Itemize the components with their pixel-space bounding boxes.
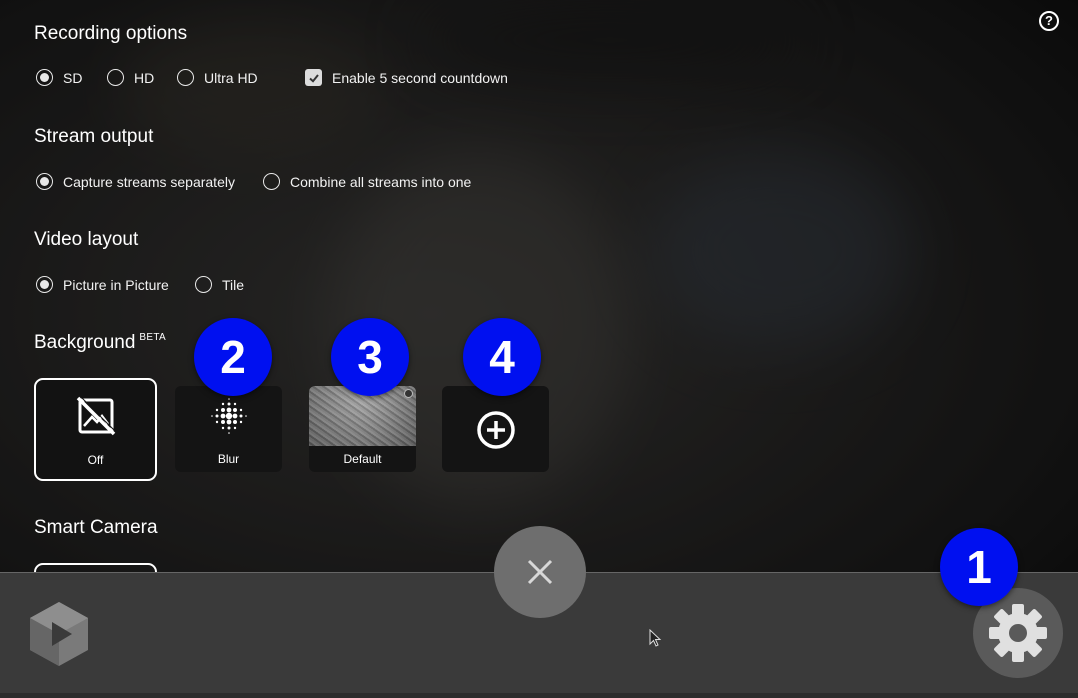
stream-output-title: Stream output [34, 126, 154, 147]
background-title-text: Background [34, 332, 136, 353]
radio-tile-indicator[interactable] [195, 276, 212, 293]
background-tile-default-label: Default [343, 452, 382, 466]
mouse-cursor [649, 629, 662, 647]
countdown-checkbox[interactable]: Enable 5 second countdown [305, 69, 508, 86]
radio-combine-streams[interactable]: Combine all streams into one [263, 173, 471, 190]
radio-combine-streams-label: Combine all streams into one [290, 173, 472, 190]
background-tile-add[interactable] [442, 386, 549, 472]
help-icon[interactable]: ? [1039, 11, 1059, 31]
gear-icon [989, 604, 1047, 662]
radio-capture-separately-label: Capture streams separately [63, 173, 235, 190]
background-tile-default[interactable]: Default [309, 386, 416, 472]
annotation-badge-3: 3 [331, 318, 409, 396]
annotation-badge-1: 1 [940, 528, 1018, 606]
no-image-icon [76, 396, 116, 436]
checkmark-icon[interactable] [305, 69, 322, 86]
radio-tile[interactable]: Tile [195, 276, 244, 293]
radio-tile-label: Tile [222, 276, 245, 293]
beta-badge: BETA [139, 332, 166, 343]
countdown-label: Enable 5 second countdown [332, 69, 508, 86]
panopto-logo-icon [30, 602, 88, 666]
radio-capture-separately-indicator[interactable] [36, 173, 53, 190]
radio-ultra-hd[interactable]: Ultra HD [177, 69, 258, 86]
background-tile-blur-label: Blur [217, 452, 240, 466]
radio-sd[interactable]: SD [36, 69, 82, 86]
recording-options-title: Recording options [34, 23, 188, 44]
info-icon[interactable] [404, 389, 413, 398]
radio-sd-indicator[interactable] [36, 69, 53, 86]
add-circle-icon [476, 411, 515, 449]
annotation-badge-2: 2 [194, 318, 272, 396]
radio-picture-in-picture[interactable]: Picture in Picture [36, 276, 169, 293]
radio-sd-label: SD [63, 69, 83, 86]
radio-capture-separately[interactable]: Capture streams separately [36, 173, 235, 190]
blur-dots-icon [210, 398, 247, 434]
bottom-edge [0, 693, 1078, 698]
radio-ultra-hd-indicator[interactable] [177, 69, 194, 86]
radio-hd[interactable]: HD [107, 69, 154, 86]
background-tile-blur[interactable]: Blur [175, 386, 282, 472]
background-title: Background BETA [34, 332, 166, 354]
radio-pip-indicator[interactable] [36, 276, 53, 293]
radio-ultra-hd-label: Ultra HD [204, 69, 258, 86]
background-tile-off[interactable]: Off [34, 378, 157, 481]
radio-combine-streams-indicator[interactable] [263, 173, 280, 190]
radio-hd-indicator[interactable] [107, 69, 124, 86]
video-layout-title: Video layout [34, 229, 139, 250]
background-tile-off-label: Off [87, 453, 104, 467]
close-button[interactable] [494, 526, 586, 618]
smart-camera-title: Smart Camera [34, 517, 158, 538]
annotation-badge-4: 4 [463, 318, 541, 396]
close-icon [527, 559, 553, 585]
radio-hd-label: HD [134, 69, 155, 86]
radio-pip-label: Picture in Picture [63, 276, 169, 293]
